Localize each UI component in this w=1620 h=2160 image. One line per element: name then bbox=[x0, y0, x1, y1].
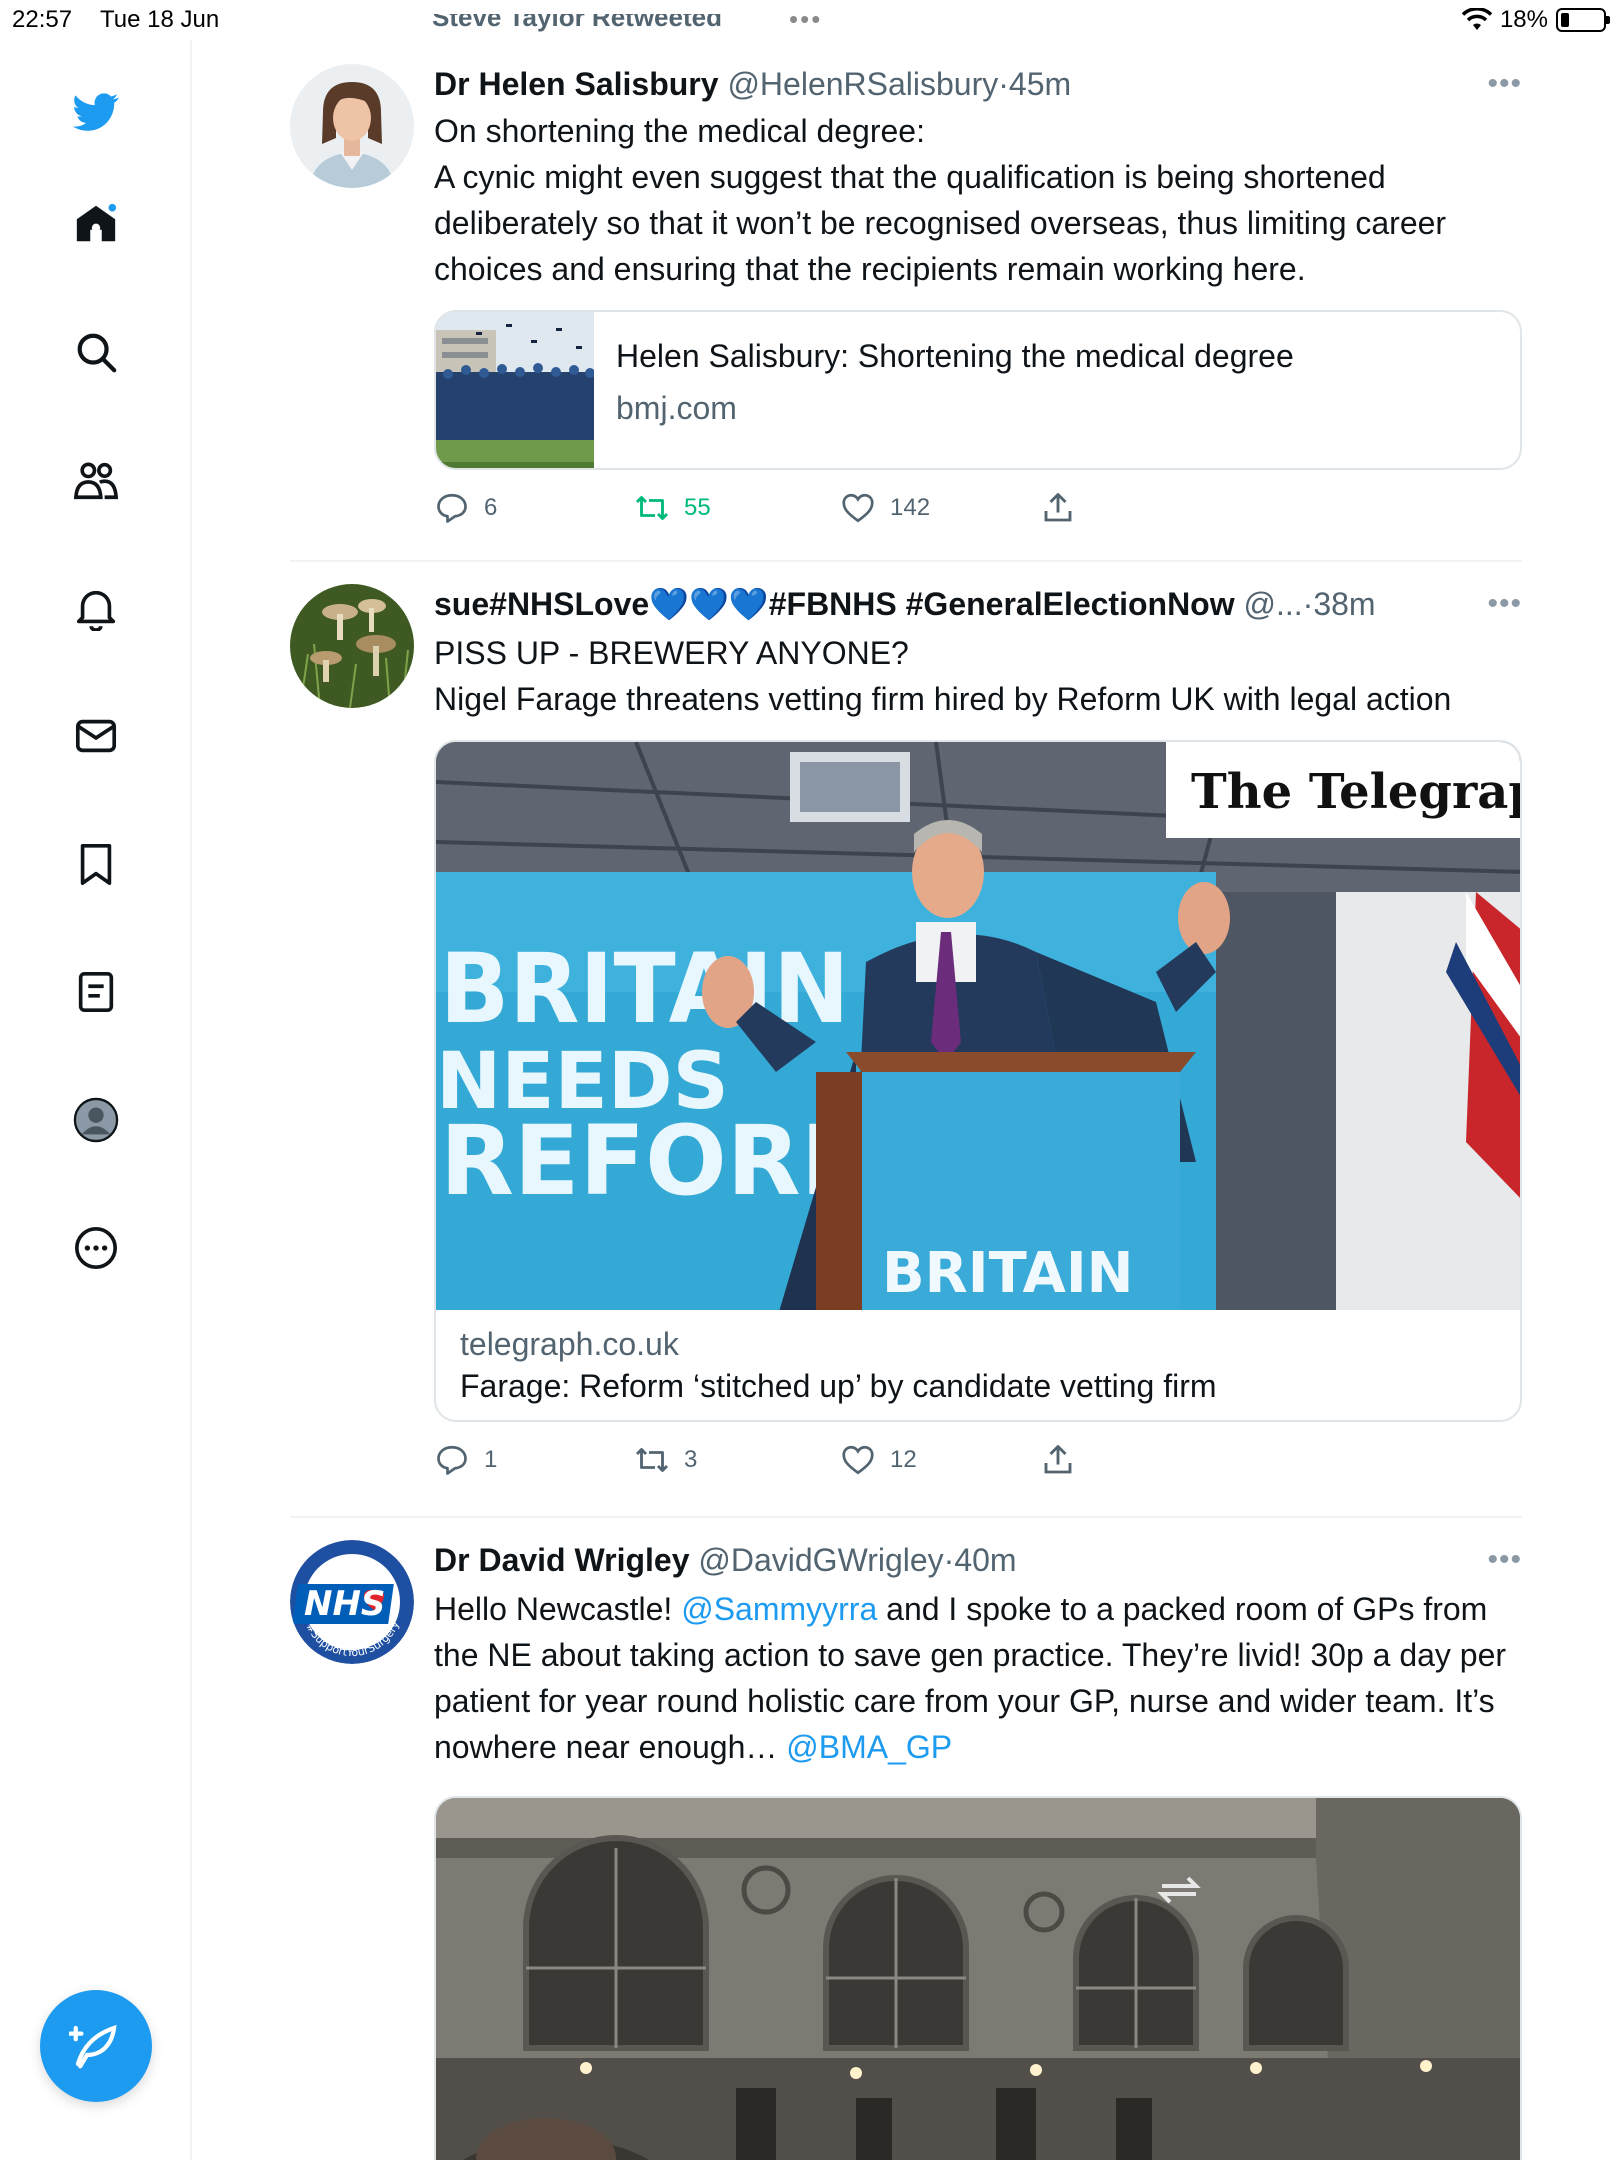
avatar[interactable] bbox=[290, 584, 414, 708]
retweeted-by-header-partial: Steve Taylor Retweeted bbox=[432, 14, 722, 32]
separator-dot: · bbox=[1302, 586, 1314, 622]
tweet-david-wrigley[interactable]: NHS #SupportYourSurgery Dr David Wrigley… bbox=[290, 1540, 1522, 2160]
like-button[interactable]: 12 bbox=[840, 1442, 917, 1478]
link-card-title: Farage: Reform ‘stitched up’ by candidat… bbox=[460, 1368, 1217, 1404]
tweet-sue-nhslove[interactable]: sue#NHSLove💙💙💙#FBNHS #GeneralElectionNow… bbox=[290, 584, 1522, 1494]
link-card-domain: telegraph.co.uk bbox=[460, 1326, 679, 1362]
share-icon bbox=[1044, 493, 1072, 522]
podium-text: BRITAIN bbox=[882, 1241, 1134, 1306]
link-card-image: BRITAIN NEEDS REFORM BRITAIN The Telegra bbox=[436, 742, 1522, 1310]
link-card[interactable]: Helen Salisbury: Shortening the medical … bbox=[434, 310, 1522, 470]
search-icon[interactable] bbox=[70, 326, 122, 378]
avatar[interactable]: NHS #SupportYourSurgery bbox=[290, 1540, 414, 1664]
telegraph-masthead: The Telegraph bbox=[1191, 764, 1522, 820]
tweet-divider bbox=[290, 560, 1522, 562]
reply-count: 1 bbox=[484, 1446, 498, 1473]
bookmarks-icon[interactable] bbox=[70, 838, 122, 890]
tweet-text-part: Hello Newcastle! bbox=[434, 1591, 682, 1627]
link-card-title: Helen Salisbury: Shortening the medical … bbox=[616, 338, 1294, 374]
timeline-feed[interactable]: Steve Taylor Retweeted Dr Helen Salisbur… bbox=[192, 0, 1620, 2160]
tweet-divider bbox=[290, 1516, 1522, 1518]
tweet-media-photo[interactable] bbox=[434, 1796, 1522, 2160]
link-card-thumbnail bbox=[436, 312, 594, 468]
profile-avatar-icon[interactable] bbox=[70, 1094, 122, 1146]
more-options-icon[interactable] bbox=[70, 1222, 122, 1274]
tweet-header: sue#NHSLove💙💙💙#FBNHS #GeneralElectionNow… bbox=[434, 584, 1522, 624]
mention-link[interactable]: @BMA_GP bbox=[786, 1729, 952, 1765]
share-button[interactable] bbox=[1040, 490, 1076, 526]
tweet-actions: 6 55 142 bbox=[434, 490, 1522, 530]
tweet-text: Hello Newcastle! @Sammyyrra and I spoke … bbox=[434, 1586, 1522, 1770]
sidebar bbox=[0, 40, 192, 2160]
link-card[interactable]: BRITAIN NEEDS REFORM BRITAIN The Telegra… bbox=[434, 740, 1522, 1422]
reply-button[interactable]: 6 bbox=[434, 490, 497, 526]
author-name[interactable]: Dr David Wrigley bbox=[434, 1542, 689, 1578]
separator-dot: · bbox=[998, 66, 1009, 102]
compose-tweet-button[interactable] bbox=[40, 1990, 152, 2102]
avatar-nhs-text: NHS bbox=[304, 1584, 385, 1624]
author-name[interactable]: Dr Helen Salisbury bbox=[434, 66, 719, 102]
tweet-timestamp[interactable]: 40m bbox=[954, 1542, 1016, 1578]
share-button[interactable] bbox=[1040, 1442, 1076, 1478]
retweet-button[interactable]: 3 bbox=[634, 1442, 697, 1478]
reply-count: 6 bbox=[484, 494, 498, 521]
lists-icon[interactable] bbox=[70, 966, 122, 1018]
tweet-header: Dr Helen Salisbury @HelenRSalisbury·45m … bbox=[434, 64, 1522, 104]
retweet-count: 3 bbox=[684, 1446, 698, 1473]
heart-icon bbox=[842, 1445, 874, 1475]
notifications-bell-icon[interactable] bbox=[70, 582, 122, 634]
tweet-actions: 1 3 12 bbox=[434, 1442, 1522, 1482]
tweet-text: On shortening the medical degree: A cyni… bbox=[434, 113, 1447, 287]
reply-icon bbox=[437, 493, 467, 523]
tweet-more-options-icon[interactable]: ••• bbox=[1487, 584, 1522, 624]
author-handle[interactable]: @HelenRSalisbury bbox=[727, 66, 998, 102]
messages-envelope-icon[interactable] bbox=[70, 710, 122, 762]
communities-icon[interactable] bbox=[70, 454, 122, 506]
tweet-header: Dr David Wrigley @DavidGWrigley·40m ••• bbox=[434, 1540, 1522, 1580]
author-handle[interactable]: @DavidGWrigley bbox=[698, 1542, 943, 1578]
share-icon bbox=[1044, 1445, 1072, 1474]
retweet-icon bbox=[635, 496, 669, 520]
retweet-icon bbox=[635, 1448, 669, 1472]
tweet-text: PISS UP - BREWERY ANYONE? Nigel Farage t… bbox=[434, 635, 1452, 717]
tweet-more-options-icon[interactable]: ••• bbox=[1487, 1540, 1522, 1580]
status-time: 22:57 bbox=[12, 6, 73, 33]
like-count: 142 bbox=[890, 494, 931, 521]
tweet-helen-salisbury[interactable]: Dr Helen Salisbury @HelenRSalisbury·45m … bbox=[290, 64, 1522, 534]
link-card-domain: bmj.com bbox=[616, 390, 737, 426]
reply-button[interactable]: 1 bbox=[434, 1442, 497, 1478]
author-name[interactable]: sue#NHSLove💙💙💙#FBNHS #GeneralElectionNow bbox=[434, 586, 1235, 622]
reply-icon bbox=[437, 1445, 467, 1475]
tweet-timestamp[interactable]: 45m bbox=[1009, 66, 1071, 102]
tweet-more-options-icon[interactable]: ••• bbox=[1487, 64, 1522, 104]
like-count: 12 bbox=[890, 1446, 917, 1473]
tweet-timestamp[interactable]: 38m bbox=[1313, 586, 1375, 622]
retweet-button[interactable]: 55 bbox=[634, 490, 711, 526]
separator-dot: · bbox=[943, 1542, 955, 1578]
avatar[interactable] bbox=[290, 64, 414, 188]
author-handle[interactable]: @... bbox=[1244, 586, 1303, 622]
mention-link[interactable]: @Sammyyrra bbox=[681, 1591, 877, 1627]
home-icon[interactable] bbox=[70, 198, 122, 250]
retweet-count: 55 bbox=[684, 494, 711, 521]
compose-feather-icon bbox=[69, 2024, 117, 2069]
heart-icon bbox=[842, 493, 874, 523]
like-button[interactable]: 142 bbox=[840, 490, 930, 526]
twitter-logo-icon[interactable] bbox=[70, 86, 122, 138]
